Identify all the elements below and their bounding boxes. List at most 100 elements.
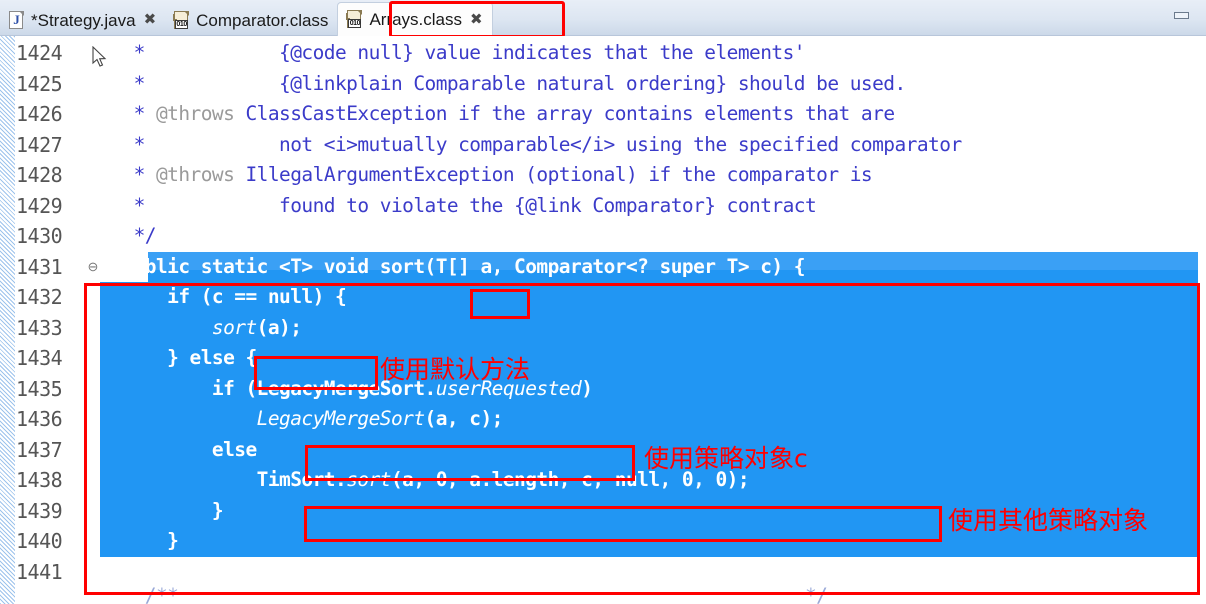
code-span: if (c == null) { (100, 285, 347, 308)
code-span: sort (346, 468, 391, 491)
line-number: 1437 (16, 437, 63, 462)
code-span (100, 407, 257, 430)
code-span: @throws (155, 163, 235, 186)
fold-collapse-icon[interactable]: ⊖ (86, 252, 100, 283)
code-line-row[interactable]: 1434 } else { (0, 343, 1206, 374)
class-file-icon: 010 (346, 10, 363, 29)
code-line-row[interactable]: 1433 sort(a); (0, 313, 1206, 344)
note-strategy-object-c: 使用策略对象c (644, 444, 808, 473)
line-number: 1435 (16, 376, 63, 401)
code-line-row[interactable]: 1427 * not <i>mutually comparable</i> us… (0, 130, 1206, 161)
line-number: 1426 (16, 102, 63, 126)
line-number: 1427 (16, 132, 63, 157)
tab-close-icon[interactable]: ✖ (144, 12, 157, 27)
line-number: 1433 (16, 315, 63, 340)
code-span: * (100, 71, 280, 95)
line-number: 1424 (16, 41, 63, 65)
code-span: */ (100, 224, 157, 247)
eclipse-editor-window: J *Strategy.java ✖ 010 Comparator.class 010 Ar… (0, 0, 1206, 604)
code-span: @throws (155, 102, 235, 125)
line-number: 1425 (16, 71, 63, 96)
editor-tabs: J *Strategy.java ✖ 010 Comparator.class 010 Ar… (0, 0, 493, 36)
code-editor[interactable]: 1424 * {@code null} value indicates that… (0, 36, 1206, 604)
code-span: LegacyMergeSort (256, 407, 425, 430)
line-number: 1441 (16, 559, 63, 584)
code-span: * (100, 41, 280, 64)
code-span: ) (581, 376, 593, 400)
code-line-row[interactable]: 1436 LegacyMergeSort(a, c); (0, 404, 1206, 435)
code-line-text: * {@code null} value indicates that the … (100, 38, 1206, 69)
code-span: } (100, 498, 224, 522)
code-line-row[interactable]: 1441 (0, 557, 1206, 588)
code-line-row[interactable]: 1426 * @throws ClassCastException if the… (0, 99, 1206, 130)
code-span: IllegalArgumentException (optional) if t… (234, 163, 873, 186)
code-line-row[interactable]: 1425 * {@linkplain Comparable natural or… (0, 69, 1206, 100)
code-span: * found to violate the {@link Comparator… (100, 193, 817, 217)
code-line-text: * @throws ClassCastException if the arra… (100, 99, 1206, 130)
partial-next-line: /** */ (100, 584, 828, 604)
line-number: 1436 (16, 407, 63, 431)
code-line-row[interactable]: 1428 * @throws IllegalArgumentException … (0, 160, 1206, 191)
line-number: 1431 (16, 254, 63, 279)
code-line-text: * not <i>mutually comparable</i> using t… (100, 130, 1206, 161)
code-span: * not <i>mutually comparable</i> using t… (100, 132, 963, 156)
code-line-row[interactable]: 1435 if (LegacyMergeSort.userRequested) (0, 374, 1206, 405)
minimize-button[interactable] (1170, 8, 1192, 22)
code-span: (T[] a, Comparator<? super T> c) { (424, 254, 806, 278)
code-span: {@code null} value indicates that the el… (279, 41, 805, 64)
code-line-text: */ (100, 221, 1206, 252)
code-line-text: if (c == null) { (100, 282, 1206, 313)
code-line-row[interactable]: 1437 else (0, 435, 1206, 466)
code-span: * (100, 102, 156, 125)
code-line-text: public static <T> void sort(T[] a, Compa… (100, 252, 1206, 283)
code-line-text: * found to violate the {@link Comparator… (100, 191, 1206, 222)
note-default-method: 使用默认方法 (380, 355, 531, 384)
tab-label: Comparator.class (196, 10, 329, 30)
line-number: 1430 (16, 224, 63, 248)
code-span: ClassCastException if the array contains… (234, 102, 895, 125)
code-span: (a, c); (424, 407, 504, 430)
code-line-row[interactable]: 1429 * found to violate the {@link Compa… (0, 191, 1206, 222)
editor-tab-bar: J *Strategy.java ✖ 010 Comparator.class 010 Ar… (0, 0, 1206, 38)
code-span: sort (379, 254, 425, 278)
code-span: * (100, 163, 156, 186)
code-span: public static <T> void (100, 254, 380, 278)
code-span: } else { (100, 346, 257, 369)
line-number: 1429 (16, 193, 63, 218)
java-file-icon: J (8, 10, 25, 30)
code-span: else (100, 437, 257, 461)
line-number: 1432 (16, 285, 63, 309)
minimize-icon (1173, 11, 1189, 19)
code-span: } (100, 529, 179, 552)
code-line-row[interactable]: 1431 ⊖ public static <T> void sort(T[] a,… (0, 252, 1206, 283)
line-number: 1434 (16, 346, 63, 370)
code-line-row[interactable]: 1438 TimSort.sort(a, 0, a.length, c, nul… (0, 465, 1206, 496)
code-line-text: } else { (100, 343, 1206, 374)
code-line-row[interactable]: 1430 */ (0, 221, 1206, 252)
tab-close-icon[interactable]: ✖ (470, 12, 483, 27)
code-line-row[interactable]: 1424 * {@code null} value indicates that… (0, 38, 1206, 69)
code-line-text: LegacyMergeSort(a, c); (100, 404, 1206, 435)
line-number: 1428 (16, 163, 63, 187)
line-number: 1438 (16, 468, 63, 492)
code-span: sort (211, 315, 257, 339)
tab-label: *Strategy.java (31, 10, 136, 30)
line-number: 1439 (16, 498, 63, 523)
code-span: TimSort. (100, 468, 347, 491)
editor-tab-arrays-class[interactable]: 010 Arrays.class ✖ (337, 2, 493, 36)
code-span (100, 316, 212, 339)
code-line-row[interactable]: 1432 if (c == null) { (0, 282, 1206, 313)
mouse-cursor-icon (92, 46, 107, 67)
code-line-text: * {@linkplain Comparable natural orderin… (100, 69, 1206, 100)
code-line-text: * @throws IllegalArgumentException (opti… (100, 160, 1206, 191)
line-number: 1440 (16, 529, 63, 553)
code-span: (a); (256, 315, 302, 339)
editor-tab-comparator-class[interactable]: 010 Comparator.class (165, 4, 337, 36)
code-line-text: if (LegacyMergeSort.userRequested) (100, 374, 1206, 405)
code-span: {@linkplain Comparable natural ordering}… (279, 71, 906, 95)
code-line-text: sort(a); (100, 313, 1206, 344)
class-file-icon: 010 (173, 10, 190, 30)
editor-tab--strategy-java[interactable]: J *Strategy.java ✖ (0, 4, 165, 36)
tab-label: Arrays.class (369, 10, 463, 29)
note-other-strategy: 使用其他策略对象 (948, 506, 1149, 535)
